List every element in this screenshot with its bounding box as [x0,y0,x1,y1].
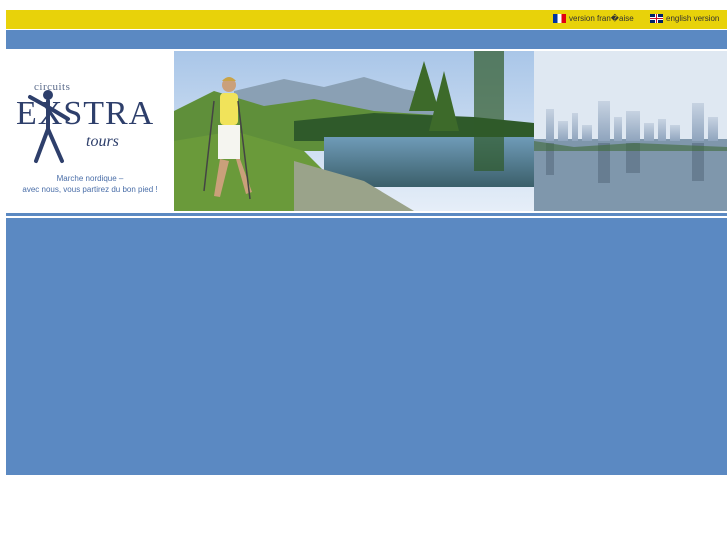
french-version-link[interactable]: version fran�aise [553,14,634,23]
banner-photo [174,51,727,211]
flag-france-icon [553,14,566,23]
top-bar: version fran�aise english version [6,10,727,29]
tagline-line-1: Marche nordique – [56,174,124,183]
logo-small-text: circuits [34,81,71,93]
english-version-label: english version [666,14,720,23]
logo[interactable]: circuits EXSTRA tours Marche nordique – … [6,51,174,211]
french-version-label: version fran�aise [569,14,634,23]
header-banner: circuits EXSTRA tours Marche nordique – … [6,51,727,211]
flag-uk-icon [650,14,663,23]
nav-bar [6,30,727,49]
tagline-line-2: avec nous, vous partirez du bon pied ! [22,185,158,194]
banner-divider [6,213,727,216]
page-frame: version fran�aise english version circui… [6,10,727,475]
logo-sub-text: tours [86,133,119,150]
tagline: Marche nordique – avec nous, vous partir… [6,173,174,195]
english-version-link[interactable]: english version [650,14,719,23]
main-content-area [6,218,727,475]
logo-main-text: EXSTRA [16,95,155,132]
